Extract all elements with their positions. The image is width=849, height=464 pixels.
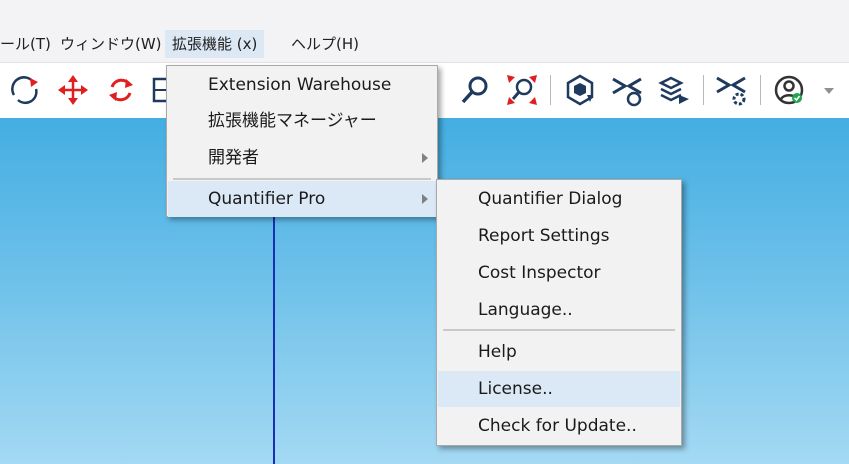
menu-item-check-for-update[interactable]: Check for Update.. [438, 408, 680, 444]
menu-item-report-settings[interactable]: Report Settings [438, 218, 680, 254]
zoom-extents-icon[interactable] [505, 73, 539, 107]
section-plane-icon[interactable] [148, 73, 166, 107]
menu-item-quantifier-dialog[interactable]: Quantifier Dialog [438, 181, 680, 217]
menu-item-license[interactable]: License.. [438, 371, 680, 407]
menu-help[interactable]: ヘルプ(H) [284, 30, 366, 58]
toolbar-separator [703, 75, 704, 105]
menu-item-developer-label: 開発者 [208, 148, 259, 168]
chevron-right-icon [422, 153, 428, 163]
extension-manager-icon[interactable] [714, 73, 748, 107]
menu-item-developer[interactable]: 開発者 [168, 140, 436, 176]
title-bar [0, 0, 849, 26]
menu-item-quantifier-pro[interactable]: Quantifier Pro [168, 181, 436, 217]
move-icon[interactable] [56, 73, 90, 107]
menu-separator [443, 329, 675, 331]
orbit-icon[interactable] [8, 73, 42, 107]
menu-tools[interactable]: ール(T) [0, 30, 58, 58]
rotate-icon[interactable] [104, 73, 138, 107]
quantifier-submenu: Quantifier Dialog Report Settings Cost I… [436, 179, 682, 446]
chevron-right-icon [422, 194, 428, 204]
menu-item-cost-inspector[interactable]: Cost Inspector [438, 255, 680, 291]
menu-item-help[interactable]: Help [438, 334, 680, 370]
menu-extensions[interactable]: 拡張機能 (x) [165, 30, 265, 58]
menu-item-extension-manager[interactable]: 拡張機能マネージャー [168, 103, 436, 139]
menu-separator [173, 178, 431, 180]
send-to-layout-icon[interactable] [657, 73, 691, 107]
account-icon[interactable] [772, 73, 806, 107]
menu-item-quantifier-pro-label: Quantifier Pro [208, 189, 326, 209]
extensions-dropdown: Extension Warehouse 拡張機能マネージャー 開発者 Quant… [166, 65, 438, 217]
menu-item-extension-warehouse[interactable]: Extension Warehouse [168, 67, 436, 103]
menu-item-language[interactable]: Language.. [438, 292, 680, 328]
dropdown-arrow-icon[interactable] [812, 73, 834, 107]
3d-warehouse-icon[interactable] [563, 73, 597, 107]
menu-window[interactable]: ウィンドウ(W) [53, 30, 169, 58]
toolbar-separator [550, 75, 551, 105]
zoom-icon[interactable] [458, 73, 492, 107]
extension-warehouse-icon[interactable] [610, 73, 644, 107]
menu-bar: ール(T) ウィンドウ(W) 拡張機能 (x) ヘルプ(H) [0, 26, 849, 63]
toolbar-separator [760, 75, 761, 105]
